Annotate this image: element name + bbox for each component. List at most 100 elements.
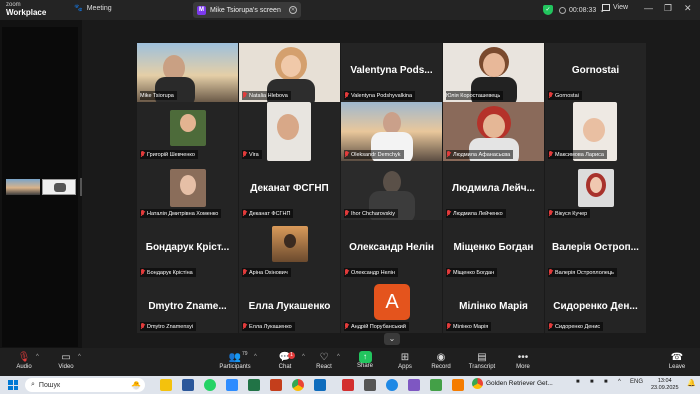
video-button[interactable]: ▭ Video	[44, 351, 88, 370]
video-tile[interactable]: Валерія Остроп... Валерія Остроплолець	[545, 220, 646, 279]
notification-icon[interactable]: 🔔	[687, 379, 696, 387]
participant-display-name: Мілінко Марія	[459, 301, 528, 312]
video-tile[interactable]: Григорій Шевченко	[137, 102, 238, 161]
video-tile[interactable]: Natalia Hlebova	[239, 43, 340, 102]
video-tile[interactable]: Людмила Афанасьєва	[443, 102, 544, 161]
muted-mic-icon	[548, 92, 553, 99]
video-tile[interactable]: Ihor Chcharovskiy	[341, 161, 442, 220]
video-tile[interactable]: Сидоренко Ден... Сидоренко Денис	[545, 279, 646, 333]
video-tile[interactable]: Людмила Лейч... Людмила Лейченко	[443, 161, 544, 220]
participant-name: Наталія Дмитрівна Хоменко	[147, 210, 219, 217]
video-tile[interactable]: Наталія Дмитрівна Хоменко	[137, 161, 238, 220]
app-icon[interactable]	[452, 379, 464, 391]
shared-screen-thumbnail[interactable]	[6, 179, 40, 195]
app-icon[interactable]: ■	[576, 379, 580, 385]
zoom-logo: zoom Workplace	[6, 1, 46, 17]
video-tile[interactable]: Oleksandr Demchyk	[341, 102, 442, 161]
people-icon: 👥	[228, 352, 242, 363]
react-label: React	[316, 364, 332, 370]
chevron-down-icon[interactable]: ⌄	[384, 333, 400, 345]
participant-name: Андрій Порубанський	[351, 323, 406, 330]
meeting-paw-icon: 🐾	[74, 5, 83, 12]
record-button[interactable]: ◉ Record	[419, 351, 463, 370]
windows-start-icon[interactable]	[8, 380, 18, 390]
profile-photo	[170, 169, 206, 207]
video-tile[interactable]: Мілінко Марія Мілінко Марія	[443, 279, 544, 333]
app-icon[interactable]	[430, 379, 442, 391]
transcript-label: Transcript	[468, 364, 496, 370]
video-tile[interactable]: Олександр Нелін Олександр Нелін	[341, 220, 442, 279]
transcript-button[interactable]: ▤ Transcript	[460, 351, 504, 370]
telegram-icon[interactable]	[386, 379, 398, 391]
shared-screen-thumbnail-2[interactable]	[42, 179, 76, 195]
video-tile[interactable]: Vira	[239, 102, 340, 161]
leave-button[interactable]: ☎ Leave	[655, 351, 699, 370]
maximize-icon[interactable]: ❐	[664, 3, 672, 14]
chevron-up-icon[interactable]: ^	[618, 379, 621, 385]
panel-resize-handle[interactable]	[80, 178, 82, 196]
participants-button[interactable]: 👥 79 Participants	[213, 351, 257, 370]
close-tab-icon[interactable]: ✕	[289, 6, 297, 14]
chrome-icon[interactable]	[292, 379, 304, 391]
taskbar-active-window[interactable]: Golden Retriever Get...	[472, 378, 553, 389]
video-tile[interactable]: Dmytro Zname... Dmytro Znamensyi	[137, 279, 238, 333]
acrobat-icon[interactable]	[342, 379, 354, 391]
clock-date: 23.09.2025	[651, 385, 679, 391]
chevron-up-icon[interactable]: ^	[78, 354, 81, 360]
powerpoint-icon[interactable]	[270, 379, 282, 391]
taskbar-search[interactable]: ⌕ Пошук 🐣	[25, 378, 145, 392]
share-button[interactable]: ↑ Share	[343, 351, 387, 369]
participant-label: Людмила Лейченко	[446, 209, 506, 218]
video-tile[interactable]: Бондарук Кріст... Бондарук Крістіна	[137, 220, 238, 279]
participant-label: Dmytro Znamensyi	[140, 322, 197, 331]
more-button[interactable]: ••• More	[501, 351, 545, 370]
taskbar-clock[interactable]: 13:04 23.09.2025	[651, 378, 679, 392]
muted-mic-icon	[242, 323, 247, 330]
participant-name: Валерія Остроплолець	[555, 269, 614, 276]
video-tile[interactable]: A Андрій Порубанський	[341, 279, 442, 333]
view-button[interactable]: View	[602, 4, 628, 11]
participant-name: Бондарук Крістіна	[147, 269, 193, 276]
video-tile-active-speaker[interactable]: Юлія Коросташевець	[443, 43, 544, 102]
tab-meeting[interactable]: 🐾 Meeting	[74, 4, 112, 13]
video-tile[interactable]: Valentyna Pods... Valentyna Podshyvalkin…	[341, 43, 442, 102]
minimize-icon[interactable]: —	[644, 3, 653, 13]
file-explorer-icon[interactable]	[160, 379, 172, 391]
chevron-up-icon[interactable]: ^	[337, 354, 340, 360]
more-icon: •••	[517, 352, 529, 363]
video-tile[interactable]: Максимова Лариса	[545, 102, 646, 161]
video-tile[interactable]: Міщенко Богдан Міщенко Богдан	[443, 220, 544, 279]
app-icon[interactable]	[364, 379, 376, 391]
muted-mic-icon	[548, 151, 553, 158]
muted-mic-icon	[344, 151, 349, 158]
tab-shared-screen[interactable]: M Mike Tsiorupa's screen ✕	[193, 2, 301, 18]
video-tile[interactable]: Аріна Охінович	[239, 220, 340, 279]
participant-label: Валерія Остроплолець	[548, 268, 617, 277]
participant-display-name: Dmytro Zname...	[148, 301, 227, 312]
chevron-up-icon[interactable]: ^	[36, 354, 39, 360]
muted-mic-icon	[140, 269, 145, 276]
shield-icon[interactable]: ✓	[543, 5, 553, 15]
video-tile[interactable]: Gornostai Gornostai	[545, 43, 646, 102]
whatsapp-icon[interactable]	[204, 379, 216, 391]
app-icon[interactable]	[408, 379, 420, 391]
excel-icon[interactable]	[248, 379, 260, 391]
word-icon[interactable]	[182, 379, 194, 391]
video-tile[interactable]: Елла Лукашенко Елла Лукашенко	[239, 279, 340, 333]
app-icon[interactable]: ■	[590, 379, 594, 385]
participant-label: Наталія Дмитрівна Хоменко	[140, 209, 222, 218]
participant-name: Oleksandr Demchyk	[351, 151, 401, 158]
zoom-app-icon[interactable]	[226, 379, 238, 391]
participant-label: Вікуся Кучер	[548, 209, 591, 218]
app-icon[interactable]: ■	[604, 379, 608, 385]
video-tile[interactable]: Деканат ФСГНП Деканат ФСГНП	[239, 161, 340, 220]
chat-button[interactable]: 💬 1 Chat	[263, 351, 307, 370]
edge-icon[interactable]	[314, 379, 326, 391]
video-tile[interactable]: Mike Tsiorupa	[137, 43, 238, 102]
chevron-up-icon[interactable]: ^	[254, 354, 257, 360]
timer-value: 00:08:33	[569, 6, 597, 14]
language-indicator[interactable]: ENG	[630, 379, 643, 385]
video-tile[interactable]: Вікуся Кучер	[545, 161, 646, 220]
audio-button[interactable]: 🎙 Audio	[2, 351, 46, 370]
close-icon[interactable]: ✕	[684, 3, 692, 14]
